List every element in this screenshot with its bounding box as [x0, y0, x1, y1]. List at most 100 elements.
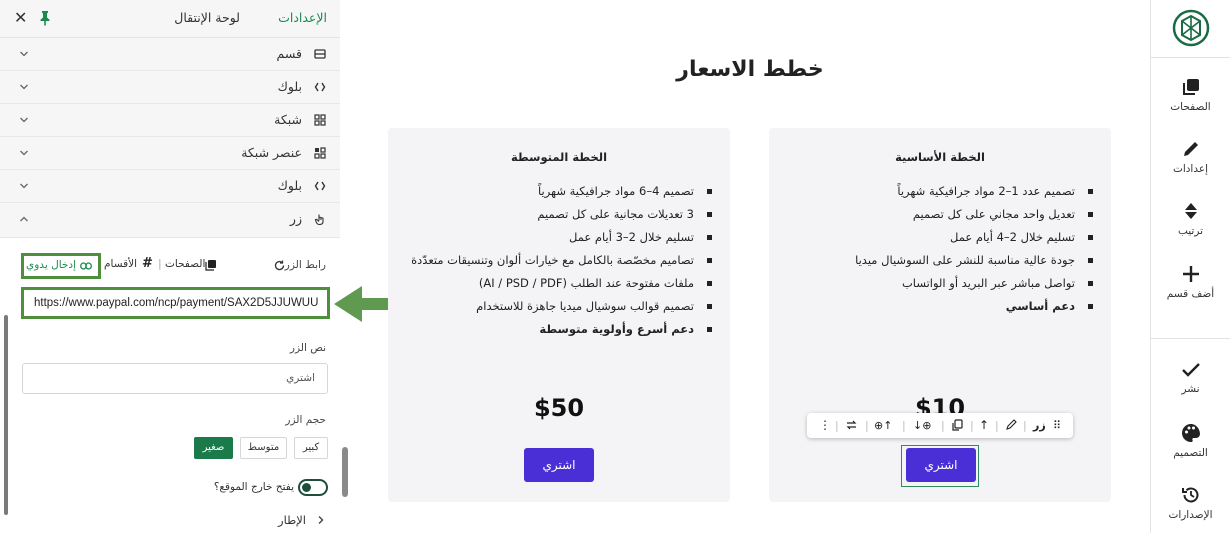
outline-item-label: بلوك: [277, 178, 302, 193]
move-up-icon[interactable]: ↑: [979, 418, 989, 433]
grid-icon: [314, 114, 326, 126]
nav-label: نشر: [1181, 383, 1200, 395]
button-size-label: حجم الزر: [285, 414, 326, 426]
outline-item-block[interactable]: بلوك: [0, 170, 340, 203]
tab-navigation[interactable]: لوحة الإنتقال: [174, 10, 240, 26]
feature-item: تصميم 4–6 مواد جرافيكية شهرياً: [396, 180, 714, 203]
feature-item: تصاميم مخصّصة بالكامل مع خيارات ألوان وت…: [396, 249, 714, 272]
swap-icon[interactable]: [845, 419, 858, 431]
check-icon: [1181, 363, 1200, 377]
chevron-right-icon[interactable]: [316, 515, 326, 525]
chevron-down-icon: [20, 183, 28, 189]
outline-item-label: شبكة: [274, 112, 302, 127]
panel-header: ✕ لوحة الإنتقال الإعدادات: [0, 0, 340, 38]
add-below-icon[interactable]: ↓⊕: [913, 418, 931, 433]
nav-label: الإصدارات: [1168, 509, 1213, 521]
divider: [1151, 57, 1230, 58]
tab-settings[interactable]: الإعدادات: [278, 10, 327, 26]
settings-panel: ✕ لوحة الإنتقال الإعدادات قسم بلوك شبكة …: [0, 0, 340, 533]
nav-add-section[interactable]: أضف قسم: [1151, 264, 1230, 300]
outline-item-grid-item[interactable]: عنصر شبكة: [0, 137, 340, 170]
element-toolbar: ⋮ | | ⊕↑ | ↓⊕ | | ↑ | | زر ⠿: [807, 413, 1073, 438]
add-above-icon[interactable]: ⊕↑: [874, 418, 892, 433]
scrollbar[interactable]: [342, 447, 348, 497]
outline-item-label: عنصر شبكة: [241, 145, 302, 160]
grid-item-icon: [314, 147, 326, 159]
feature-item: تسليم خلال 2–4 أيام عمل: [795, 226, 1095, 249]
link-label: رابط الزر: [284, 259, 326, 271]
close-icon[interactable]: ✕: [14, 9, 30, 27]
feature-item: تواصل مباشر عبر البريد أو الواتساب: [795, 272, 1095, 295]
chevron-down-icon: [20, 84, 28, 90]
pages-icon: [205, 260, 216, 271]
feature-item: جودة عالية مناسبة للنشر على السوشيال ميد…: [795, 249, 1095, 272]
pencil-icon[interactable]: [1005, 419, 1017, 431]
url-input[interactable]: https://www.paypal.com/ncp/payment/SAX2D…: [21, 287, 330, 319]
button-text-label: نص الزر: [289, 342, 326, 354]
chevron-down-icon: [20, 117, 28, 123]
outline-item-button[interactable]: زر: [0, 203, 340, 238]
outline-item-grid[interactable]: شبكة: [0, 104, 340, 137]
nav-label: إعدادات: [1172, 163, 1209, 175]
more-icon[interactable]: ⋮: [819, 418, 831, 433]
palette-icon: [1181, 424, 1200, 442]
link-option-manual[interactable]: إدخال يدوي: [21, 253, 101, 279]
outline-item-block[interactable]: بلوك: [0, 71, 340, 104]
nav-design[interactable]: التصميم: [1151, 423, 1230, 459]
nav-settings[interactable]: إعدادات: [1151, 139, 1230, 175]
external-link-label: يفتح خارج الموقع؟: [213, 481, 294, 493]
feature-item: دعم أساسي: [795, 295, 1095, 318]
feature-item: تصميم عدد 1–2 مواد جرافيكية شهرياً: [795, 180, 1095, 203]
link-option-sections[interactable]: الأقسام: [104, 258, 137, 270]
frame-section-label[interactable]: الإطار: [278, 513, 306, 527]
history-icon: [1181, 487, 1198, 503]
reset-icon[interactable]: [273, 259, 286, 272]
block-code-icon: [314, 82, 326, 92]
nav-pages[interactable]: الصفحات: [1151, 77, 1230, 113]
chevron-down-icon: [20, 150, 28, 156]
size-option-small[interactable]: صغير: [194, 437, 233, 459]
nav-label: أضف قسم: [1166, 288, 1215, 300]
plus-icon: [1182, 266, 1199, 282]
nav-label: التصميم: [1173, 447, 1208, 459]
feature-item: 3 تعديلات مجانية على كل تصميم: [396, 203, 714, 226]
size-option-medium[interactable]: متوسط: [240, 437, 287, 459]
page-title: خطط الاسعار: [676, 57, 824, 82]
pin-icon[interactable]: [38, 10, 52, 26]
duplicate-icon[interactable]: [951, 419, 963, 432]
size-option-large[interactable]: كبير: [294, 437, 328, 459]
nav-order[interactable]: ترتيب: [1151, 201, 1230, 237]
plan-price: $50: [533, 394, 585, 422]
divider: [1151, 338, 1230, 339]
outline-item-label: بلوك: [277, 79, 302, 94]
feature-list: تصميم 4–6 مواد جرافيكية شهرياً 3 تعديلات…: [396, 180, 714, 341]
pages-icon: [1182, 79, 1199, 95]
link-option-manual-label: إدخال يدوي: [26, 259, 76, 271]
nav-label: ترتيب: [1177, 225, 1204, 237]
selection-outline: [901, 445, 979, 487]
scrollbar[interactable]: [4, 315, 8, 515]
external-link-toggle[interactable]: [298, 479, 328, 496]
nav-label: الصفحات: [1170, 101, 1211, 113]
toggle-knob: [302, 483, 311, 492]
drag-handle-icon[interactable]: ⠿: [1053, 418, 1061, 433]
nav-versions[interactable]: الإصدارات: [1151, 485, 1230, 521]
button-text-value: اشتري: [286, 372, 315, 384]
pricing-card-medium: الخطة المتوسطة تصميم 4–6 مواد جرافيكية ش…: [388, 128, 730, 502]
url-value: https://www.paypal.com/ncp/payment/SAX2D…: [34, 297, 319, 309]
element-type-label: زر: [1033, 419, 1046, 432]
link-option-pages[interactable]: الصفحات: [165, 258, 205, 270]
nav-publish[interactable]: نشر: [1151, 361, 1230, 395]
pencil-icon: [1183, 142, 1198, 156]
buy-button[interactable]: اشتري: [524, 448, 594, 482]
feature-item: ملفات مفتوحة عند الطلب (AI / PSD / PDF): [396, 272, 714, 295]
feature-item: تعديل واحد مجاني على كل تصميم: [795, 203, 1095, 226]
feature-item: تسليم خلال 2–3 أيام عمل: [396, 226, 714, 249]
plan-title: الخطة الأساسية: [895, 150, 985, 164]
feature-item: تصميم قوالب سوشيال ميديا جاهزة للاستخدام: [396, 295, 714, 318]
chevron-down-icon: [20, 51, 28, 57]
outline-item-section[interactable]: قسم: [0, 38, 340, 71]
button-text-input[interactable]: اشتري: [22, 363, 328, 394]
logo-icon: [1172, 9, 1210, 47]
block-code-icon: [314, 181, 326, 191]
